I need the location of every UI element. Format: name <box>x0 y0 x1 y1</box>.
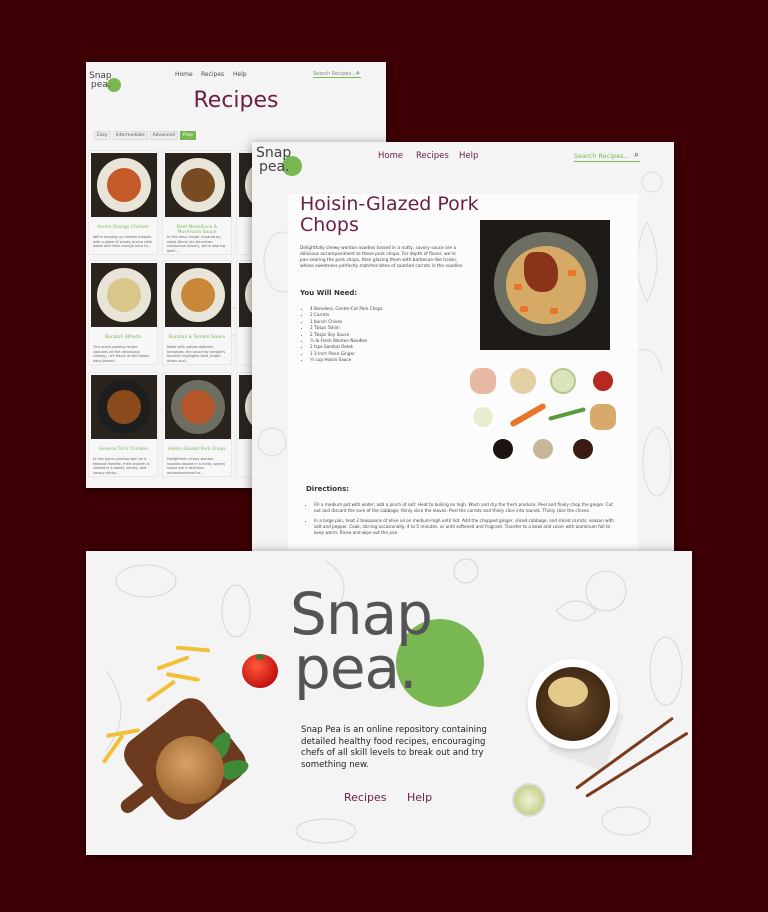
page-title: Recipes <box>193 88 279 113</box>
recipe-card-title[interactable]: Hoisin-Glazed Pork Chops <box>165 447 229 452</box>
top-nav: Snap pea. Home Recipes Help Search Recip… <box>86 69 386 92</box>
nav-recipes-link[interactable]: Recipes <box>416 151 449 161</box>
recipe-card-desc: In this quick-cooking spin on a takeout … <box>93 457 150 475</box>
recipe-card-title[interactable]: Beef Medallions & Mushroom Sauce <box>165 225 229 235</box>
recipe-title: Hoisin-Glazed Pork Chops <box>300 193 479 236</box>
tahini-ingredient-image <box>470 404 496 430</box>
search-input[interactable]: Search Recipes... <box>574 152 640 162</box>
ginger-ingredient-image <box>590 404 616 430</box>
recipe-photo <box>165 375 231 439</box>
recipe-photo <box>91 153 157 217</box>
ingredient-item: ¼ cup Hoisin Sauce <box>310 357 383 363</box>
burger-board-image <box>116 691 254 827</box>
recipe-card-desc: We're amping up chicken breasts with a g… <box>93 235 153 248</box>
recipe-card-title[interactable]: Bucatini & Tomato Sauce <box>165 335 229 340</box>
direction-step: In a large pan, heat 2 teaspoons of oliv… <box>314 518 620 536</box>
recipe-photo <box>165 263 231 327</box>
hoisin-ingredient-image <box>570 436 596 462</box>
difficulty-filters: Easy Intermediate Advanced Prep <box>94 131 196 140</box>
fries-image <box>145 679 177 703</box>
recipe-photo <box>91 375 157 439</box>
logo-word-snap: Snap <box>256 145 292 161</box>
recipe-card[interactable]: Beef Medallions & Mushroom Sauce In this… <box>162 150 232 255</box>
logo-word-pea: pea. <box>259 159 290 175</box>
nav-help-link[interactable]: Help <box>459 151 478 161</box>
wonton-noodles-ingredient-image <box>510 368 536 394</box>
filter-prep[interactable]: Prep <box>179 131 196 140</box>
recipe-card-desc: In this easy recipe, inspired by steak D… <box>167 235 226 253</box>
recipe-card-title[interactable]: Bucatini Alfredo <box>91 335 155 340</box>
recipe-card[interactable]: Bucatini Alfredo This quick-cooking reci… <box>88 260 158 365</box>
fries-image <box>156 655 190 671</box>
search-input[interactable]: Search Recipes... <box>313 71 361 78</box>
tahini-dip-ingredient-image <box>530 436 556 462</box>
ingredients-heading: You Will Need: <box>300 289 358 297</box>
directions-list: Fill a medium pot with water; add a pinc… <box>314 502 620 540</box>
fries-image <box>175 645 211 653</box>
recipe-card-title[interactable]: Ancho Orange Chicken <box>91 225 155 230</box>
landing-recipes-link[interactable]: Recipes <box>344 791 387 804</box>
recipe-photo <box>165 153 231 217</box>
snappea-hero-logo: Snap pea. <box>286 585 486 710</box>
landing-page-screenshot: Snap pea. Snap Pea is an online reposito… <box>86 551 692 855</box>
nav-home-link[interactable]: Home <box>378 151 403 161</box>
recipe-card-desc: This quick-cooking recipe captures all t… <box>93 345 150 363</box>
landing-help-link[interactable]: Help <box>407 791 432 804</box>
search-icon[interactable]: ⌕ <box>356 69 360 78</box>
snappea-logo[interactable]: Snap pea. <box>256 146 302 178</box>
recipe-detail-screenshot: Snap pea. Home Recipes Help Search Recip… <box>252 142 674 552</box>
ingredients-list: 4 Boneless, Center-Cut Pork Chops 2 Carr… <box>310 306 383 364</box>
ramen-bowl-image <box>528 659 618 749</box>
recipe-hero-photo <box>480 220 610 350</box>
filter-intermediate[interactable]: Intermediate <box>112 131 148 140</box>
recipe-photo <box>91 263 157 327</box>
nav-help-link[interactable]: Help <box>233 71 247 78</box>
recipe-card-desc: Delightfully chewy wonton noodles tossed… <box>167 457 226 475</box>
direction-step: Fill a medium pot with water; add a pinc… <box>314 502 620 514</box>
recipe-card[interactable]: Ancho Orange Chicken We're amping up chi… <box>88 150 158 255</box>
search-icon[interactable]: ⌕ <box>634 150 639 160</box>
recipe-intro: Delightfully chewy wonton noodles tossed… <box>300 246 464 269</box>
sambal-ingredient-image <box>590 368 616 394</box>
site-description: Snap Pea is an online repository contain… <box>301 725 487 770</box>
cabbage-ingredient-image <box>550 368 576 394</box>
nav-recipes-link[interactable]: Recipes <box>201 71 224 78</box>
soy-sauce-ingredient-image <box>490 436 516 462</box>
top-nav: Snap pea. Home Recipes Help Search Recip… <box>252 142 674 182</box>
recipe-card[interactable]: Bucatini & Tomato Sauce Made with yellow… <box>162 260 232 365</box>
pork-chop-ingredient-image <box>470 368 496 394</box>
recipe-card[interactable]: Hoisin-Glazed Pork Chops Delightfully ch… <box>162 372 232 477</box>
filter-advanced[interactable]: Advanced <box>149 131 178 140</box>
recipe-card-title[interactable]: General Tso's Chicken <box>91 447 155 452</box>
recipe-card-desc: Made with yellow datterini tomatoes, the… <box>167 345 226 363</box>
tomato-image <box>242 654 278 688</box>
directions-heading: Directions: <box>306 485 350 493</box>
drink-glass-image <box>512 783 546 817</box>
recipe-card[interactable]: General Tso's Chicken In this quick-cook… <box>88 372 158 477</box>
filter-easy[interactable]: Easy <box>94 131 111 140</box>
nav-home-link[interactable]: Home <box>175 71 193 78</box>
logo-word-pea: pea. <box>294 634 417 702</box>
